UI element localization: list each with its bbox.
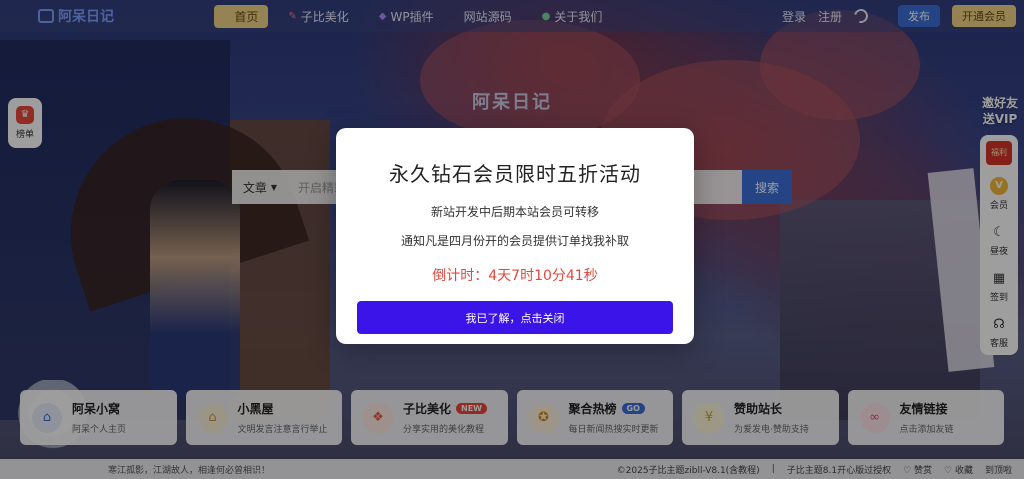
close-modal-button[interactable]: 我已了解，点击关闭 bbox=[357, 301, 673, 334]
modal-text-line: 新站开发中后期本站会员可转移 bbox=[430, 205, 599, 219]
modal-title: 永久钻石会员限时五折活动 bbox=[389, 162, 641, 186]
modal-text-line: 通知凡是四月份开的会员提供订单找我补取 bbox=[400, 234, 629, 248]
promo-modal: 永久钻石会员限时五折活动 新站开发中后期本站会员可转移 通知凡是四月份开的会员提… bbox=[336, 128, 694, 344]
countdown-timer: 倒计时：4天7时10分41秒 bbox=[432, 268, 598, 284]
